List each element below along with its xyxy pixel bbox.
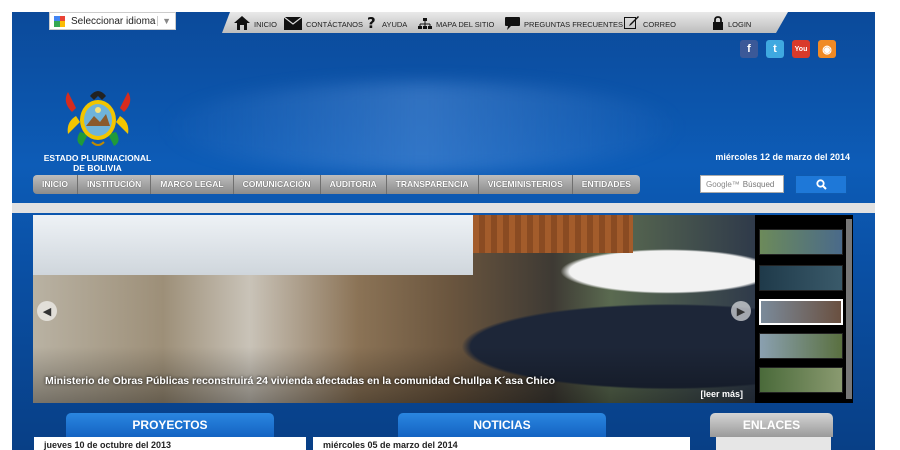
slide-caption[interactable]: Ministerio de Obras Públicas reconstruir… xyxy=(45,375,555,387)
slider-prev-arrow-icon[interactable]: ◀ xyxy=(37,301,57,321)
google-translate-icon xyxy=(54,15,65,27)
topnav-correo[interactable]: CORREO xyxy=(624,12,676,33)
topnav-label: AYUDA xyxy=(382,20,408,29)
twitter-icon[interactable]: t xyxy=(766,40,784,58)
slide-image-sky xyxy=(33,215,473,275)
search-placeholder: Búsqued xyxy=(742,179,775,189)
section-title: PROYECTOS xyxy=(132,418,208,432)
search-icon xyxy=(815,179,827,190)
facebook-icon[interactable]: f xyxy=(740,40,758,58)
mail-icon xyxy=(284,17,302,30)
slider-thumbnail[interactable] xyxy=(759,229,843,255)
slider-next-arrow-icon[interactable]: ▶ xyxy=(731,301,751,321)
slider-thumbnail[interactable] xyxy=(759,333,843,359)
state-name-line2: DE BOLIVIA xyxy=(73,163,122,173)
read-more-link[interactable]: [leer más] xyxy=(700,389,743,399)
slider-thumbnails xyxy=(755,215,853,403)
nav-inicio[interactable]: INICIO xyxy=(33,175,78,194)
topnav-ayuda[interactable]: ? AYUDA xyxy=(367,12,407,33)
topnav-label: CONTÁCTANOS xyxy=(306,20,363,29)
nav-transparencia[interactable]: TRANSPARENCIA xyxy=(387,175,479,194)
topnav-contactanos[interactable]: CONTÁCTANOS xyxy=(284,12,363,33)
state-name: ESTADO PLURINACIONAL DE BOLIVIA xyxy=(35,153,160,173)
section-title: NOTICIAS xyxy=(473,418,531,432)
chat-icon xyxy=(505,17,520,30)
section-enlaces-item[interactable] xyxy=(716,437,831,450)
bolivia-coat-of-arms-logo xyxy=(65,91,131,146)
current-date: miércoles 12 de marzo del 2014 xyxy=(715,152,850,162)
topnav-preguntas[interactable]: PREGUNTAS FRECUENTES xyxy=(505,12,623,33)
youtube-icon[interactable]: You xyxy=(792,40,810,58)
nav-viceministerios[interactable]: VICEMINISTERIOS xyxy=(479,175,573,194)
section-title: ENLACES xyxy=(742,418,801,432)
svg-text:?: ? xyxy=(367,15,376,30)
topnav-label: MAPA DEL SITIO xyxy=(436,20,495,29)
main-nav: INICIO INSTITUCIÓN MARCO LEGAL COMUNICAC… xyxy=(33,175,640,194)
section-proyectos-header[interactable]: PROYECTOS xyxy=(66,413,274,437)
google-brand-label: Google™ xyxy=(706,179,740,189)
lock-icon xyxy=(712,16,724,30)
nav-institucion[interactable]: INSTITUCIÓN xyxy=(78,175,152,194)
topnav-login[interactable]: LOGIN xyxy=(712,12,751,33)
slider-thumbnail-active[interactable] xyxy=(759,299,843,325)
home-icon xyxy=(234,16,250,30)
state-name-line1: ESTADO PLURINACIONAL xyxy=(43,153,152,163)
nav-comunicacion[interactable]: COMUNICACIÓN xyxy=(234,175,321,194)
sitemap-icon xyxy=(418,18,432,30)
top-utility-bar: INICIO CONTÁCTANOS ? AYUDA MAPA DEL SITI… xyxy=(222,12,788,33)
topnav-label: INICIO xyxy=(254,20,277,29)
section-proyectos-item[interactable]: jueves 10 de octubre del 2013 xyxy=(34,437,306,450)
search-input[interactable]: Google™ Búsqued xyxy=(700,175,784,193)
section-enlaces-header[interactable]: ENLACES xyxy=(710,413,833,437)
thumbnails-scrollbar[interactable] xyxy=(846,219,852,399)
section-noticias-header[interactable]: NOTICIAS xyxy=(398,413,606,437)
language-select[interactable]: Seleccionar idioma ▼ xyxy=(49,12,176,30)
slider-thumbnail[interactable] xyxy=(759,367,843,393)
item-date: jueves 10 de octubre del 2013 xyxy=(44,440,172,450)
social-links: f t You ◉ xyxy=(740,40,836,58)
topnav-label: LOGIN xyxy=(728,20,752,29)
section-noticias-item[interactable]: miércoles 05 de marzo del 2014 xyxy=(313,437,690,450)
topnav-label: CORREO xyxy=(643,20,676,29)
slide-image-roof xyxy=(473,215,633,253)
chevron-down-icon: ▼ xyxy=(157,16,175,26)
nav-auditoria[interactable]: AUDITORIA xyxy=(321,175,387,194)
nav-marco-legal[interactable]: MARCO LEGAL xyxy=(151,175,234,194)
item-date: miércoles 05 de marzo del 2014 xyxy=(323,440,458,450)
edit-icon xyxy=(624,15,639,30)
divider-band xyxy=(12,203,875,213)
topnav-label: PREGUNTAS FRECUENTES xyxy=(524,20,624,29)
news-slider: ◀ ▶ Ministerio de Obras Públicas reconst… xyxy=(33,215,755,403)
help-icon: ? xyxy=(367,15,378,30)
topnav-mapa-sitio[interactable]: MAPA DEL SITIO xyxy=(418,12,494,33)
nav-entidades[interactable]: ENTIDADES xyxy=(573,175,640,194)
search-button[interactable] xyxy=(795,175,847,194)
slider-thumbnail[interactable] xyxy=(759,265,843,291)
rss-icon[interactable]: ◉ xyxy=(818,40,836,58)
language-select-label: Seleccionar idioma xyxy=(71,15,156,27)
topnav-inicio[interactable]: INICIO xyxy=(234,12,277,33)
